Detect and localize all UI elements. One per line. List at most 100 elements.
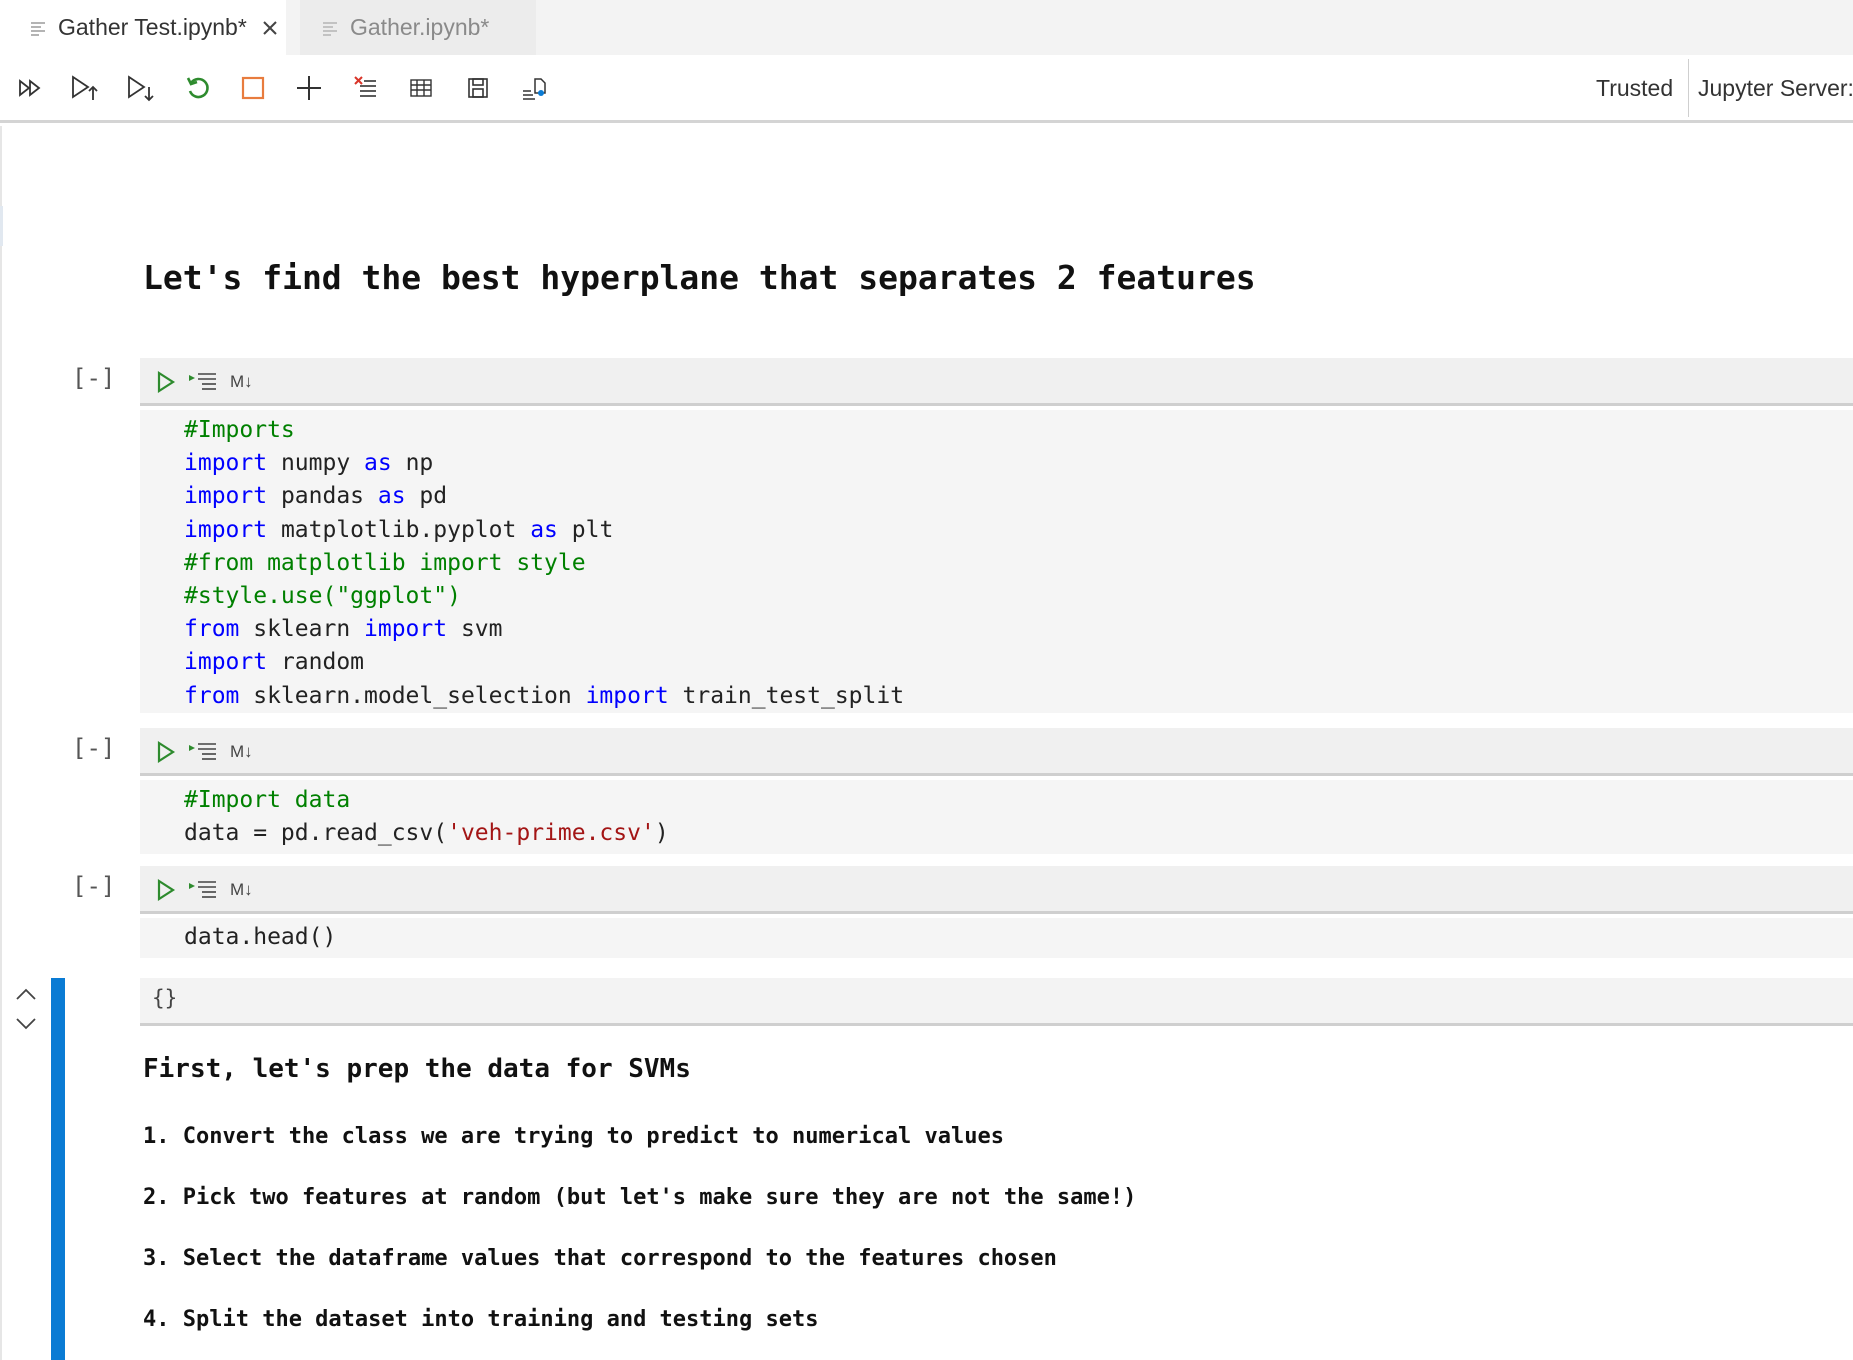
code-line: import matplotlib.pyplot as plt	[184, 514, 1853, 547]
interrupt-kernel-icon	[241, 76, 265, 100]
code-line: import numpy as np	[184, 447, 1853, 480]
run-icon	[157, 879, 176, 901]
code-keyword: as	[530, 516, 558, 543]
run-by-line-icon	[189, 373, 216, 390]
export-icon	[523, 78, 546, 100]
code-keyword: from	[184, 682, 240, 709]
run-below-button[interactable]	[122, 69, 160, 107]
export-button[interactable]	[515, 69, 553, 107]
run-below-icon	[128, 75, 154, 102]
code-line: from sklearn.model_selection import trai…	[184, 680, 1853, 713]
code-line: data = pd.read_csv('veh-prime.csv')	[184, 817, 1853, 850]
tab-gather-test[interactable]: Gather Test.ipynb*	[0, 0, 286, 55]
jupyter-server-status[interactable]: Jupyter Server: l	[1698, 75, 1853, 102]
list-item: 3. Select the dataframe values that corr…	[143, 1246, 1057, 1271]
run-above-button[interactable]	[66, 69, 104, 107]
run-by-line-button[interactable]	[186, 738, 220, 766]
code-text: sklearn	[239, 616, 365, 643]
code-comment: #style.use("ggplot")	[184, 582, 461, 609]
markdown-toggle[interactable]: M↓	[230, 738, 253, 766]
execution-count: [-]	[72, 734, 116, 762]
code-comment: #Imports	[184, 417, 295, 443]
code-text: sklearn.model_selection	[239, 682, 586, 709]
add-cell-button[interactable]	[290, 69, 328, 107]
code-keyword: as	[364, 450, 392, 477]
variable-explorer-icon	[410, 79, 432, 97]
code-keyword: import	[184, 450, 268, 477]
code-text: np	[391, 450, 434, 477]
file-lines-icon	[30, 20, 46, 36]
save-button[interactable]	[459, 69, 497, 107]
move-cell-up-button[interactable]	[12, 980, 40, 1008]
code-line: import random	[184, 646, 1853, 679]
code-line: #Import data	[184, 784, 1853, 817]
run-by-line-button[interactable]	[186, 876, 220, 904]
notebook-toolbar: Trusted Jupyter Server: l	[0, 55, 1853, 123]
code-text: random	[267, 649, 365, 676]
interrupt-kernel-button[interactable]	[234, 69, 272, 107]
clear-outputs-button[interactable]	[347, 69, 385, 107]
cell-toolbar: M↓	[140, 728, 1853, 776]
cell-selection-bar	[51, 978, 65, 1360]
code-text: matplotlib.pyplot	[267, 516, 531, 543]
run-all-button[interactable]	[12, 69, 50, 107]
code-text: svm	[447, 616, 503, 643]
code-text: data.head()	[184, 924, 337, 950]
markdown-heading: Let's find the best hyperplane that sepa…	[143, 258, 1256, 297]
restart-kernel-icon	[186, 77, 209, 99]
save-icon	[468, 78, 488, 98]
code-text: pandas	[267, 483, 378, 510]
file-lines-icon	[322, 20, 338, 36]
list-item: 2. Pick two features at random (but let'…	[143, 1185, 1137, 1210]
scroll-marker	[0, 206, 3, 246]
code-text: plt	[557, 516, 614, 543]
code-keyword: import	[364, 616, 448, 643]
chevron-up-icon	[16, 988, 36, 1000]
code-line: #style.use("ggplot")	[184, 580, 1853, 613]
code-line: #Imports	[184, 414, 1853, 447]
code-editor[interactable]: data.head()	[140, 918, 1853, 958]
code-keyword: as	[377, 483, 406, 510]
cell-toolbar: M↓	[140, 866, 1853, 914]
markdown-toggle[interactable]: M↓	[230, 876, 253, 904]
code-text: train_test_split	[668, 682, 905, 709]
code-line: data.head()	[184, 921, 1853, 954]
execution-count: [-]	[72, 364, 116, 392]
code-line: #from matplotlib import style	[184, 547, 1853, 580]
close-icon[interactable]	[261, 19, 279, 37]
code-toggle-button[interactable]: {}	[152, 986, 177, 1010]
code-editor[interactable]: #Imports import numpy as np import pandas …	[140, 410, 1853, 713]
code-comment: #from matplotlib import style	[184, 549, 586, 576]
move-cell-down-button[interactable]	[12, 1010, 40, 1038]
run-all-icon	[19, 79, 41, 97]
list-item: 4. Split the dataset into training and t…	[143, 1307, 819, 1332]
toolbar-divider	[1688, 59, 1689, 117]
code-text: pd	[405, 483, 448, 510]
list-item: 1. Convert the class we are trying to pr…	[143, 1124, 1004, 1149]
run-cell-button[interactable]	[152, 368, 180, 396]
trusted-indicator[interactable]: Trusted	[1596, 75, 1673, 102]
code-line: from sklearn import svm	[184, 613, 1853, 646]
code-text: data = pd.read_csv(	[184, 820, 448, 847]
code-keyword: import	[585, 682, 669, 709]
restart-kernel-button[interactable]	[179, 69, 217, 107]
code-string: 'veh-prime.csv'	[447, 820, 655, 847]
run-cell-button[interactable]	[152, 876, 180, 904]
run-above-icon	[72, 75, 98, 100]
code-text: numpy	[267, 450, 365, 477]
markdown-toggle[interactable]: M↓	[230, 368, 253, 396]
tab-bar: Gather Test.ipynb* Gather.ipynb*	[0, 0, 1853, 55]
notebook-left-border	[0, 126, 2, 1360]
cell-toolbar: M↓	[140, 358, 1853, 406]
markdown-cell-toolbar: {}	[140, 978, 1853, 1026]
run-icon	[157, 741, 176, 763]
variable-explorer-button[interactable]	[402, 69, 440, 107]
tab-gather[interactable]: Gather.ipynb*	[300, 0, 536, 55]
run-by-line-button[interactable]	[186, 368, 220, 396]
clear-outputs-icon	[354, 76, 376, 97]
execution-count: [-]	[72, 872, 116, 900]
code-editor[interactable]: #Import data data = pd.read_csv('veh-prim…	[140, 780, 1853, 854]
code-keyword: import	[184, 649, 268, 676]
run-cell-button[interactable]	[152, 738, 180, 766]
code-text: )	[654, 820, 669, 847]
